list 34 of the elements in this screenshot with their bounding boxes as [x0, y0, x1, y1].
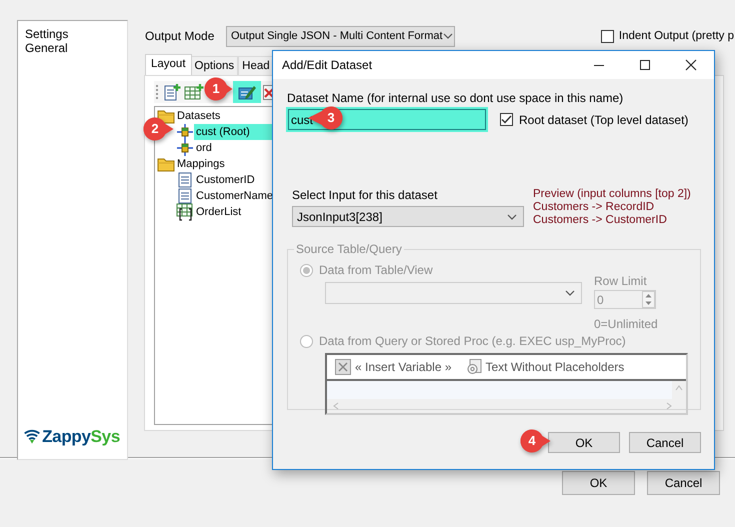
sidebar-item[interactable]: Settings [25, 27, 120, 41]
hint-text: 0=Unlimited [594, 317, 658, 331]
sidebar-item[interactable]: General [25, 41, 120, 55]
tree-item[interactable]: OrderList [194, 204, 244, 220]
checkbox-label: Root dataset (Top level dataset) [519, 112, 688, 126]
tree-item[interactable]: ord [194, 140, 214, 156]
row-limit-label: Row Limit [594, 274, 648, 288]
group-title: Source Table/Query [294, 242, 404, 256]
logo-wordmark: ZappySys [42, 427, 120, 447]
output-mode-label: Output Mode [145, 29, 216, 43]
dialog-button[interactable]: OK [562, 471, 635, 495]
tab[interactable]: Options [190, 56, 238, 75]
window-title: Add/Edit Dataset [282, 58, 372, 72]
step-callout: 4 [520, 429, 551, 453]
tree-item[interactable]: CustomerName [194, 188, 276, 204]
field-label: Select Input for this dataset [292, 188, 438, 202]
radio-label: Data from Table/View [319, 263, 433, 277]
tree-item[interactable]: Mappings [175, 156, 227, 172]
checkbox-label: Indent Output (pretty p [618, 30, 734, 42]
output-mode-dropdown[interactable]: Output Single JSON - Multi Content Format [226, 26, 455, 46]
preview-text: Customers -> RecordID [533, 201, 656, 214]
dialog-button[interactable]: OK [548, 432, 620, 453]
preview-text: Customers -> CustomerID [533, 214, 668, 227]
tab[interactable]: Head [238, 56, 274, 75]
radio-label: Data from Query or Stored Proc (e.g. EXEC usp_MyProc) [319, 334, 626, 348]
tree-item[interactable]: CustomerID [194, 172, 257, 188]
step-callout: 2 [143, 117, 174, 141]
dialog-button[interactable]: Cancel [647, 471, 720, 495]
preview-text: Preview (input columns [top 2]) [533, 188, 691, 201]
tree-item[interactable]: Datasets [175, 108, 222, 124]
dialog-button[interactable]: Cancel [629, 432, 701, 453]
field-label: Dataset Name (for internal use so dont use space in this name) [287, 91, 624, 105]
tab[interactable]: Layout [145, 54, 192, 75]
input-dropdown[interactable]: JsonInput3[238] [292, 206, 524, 227]
